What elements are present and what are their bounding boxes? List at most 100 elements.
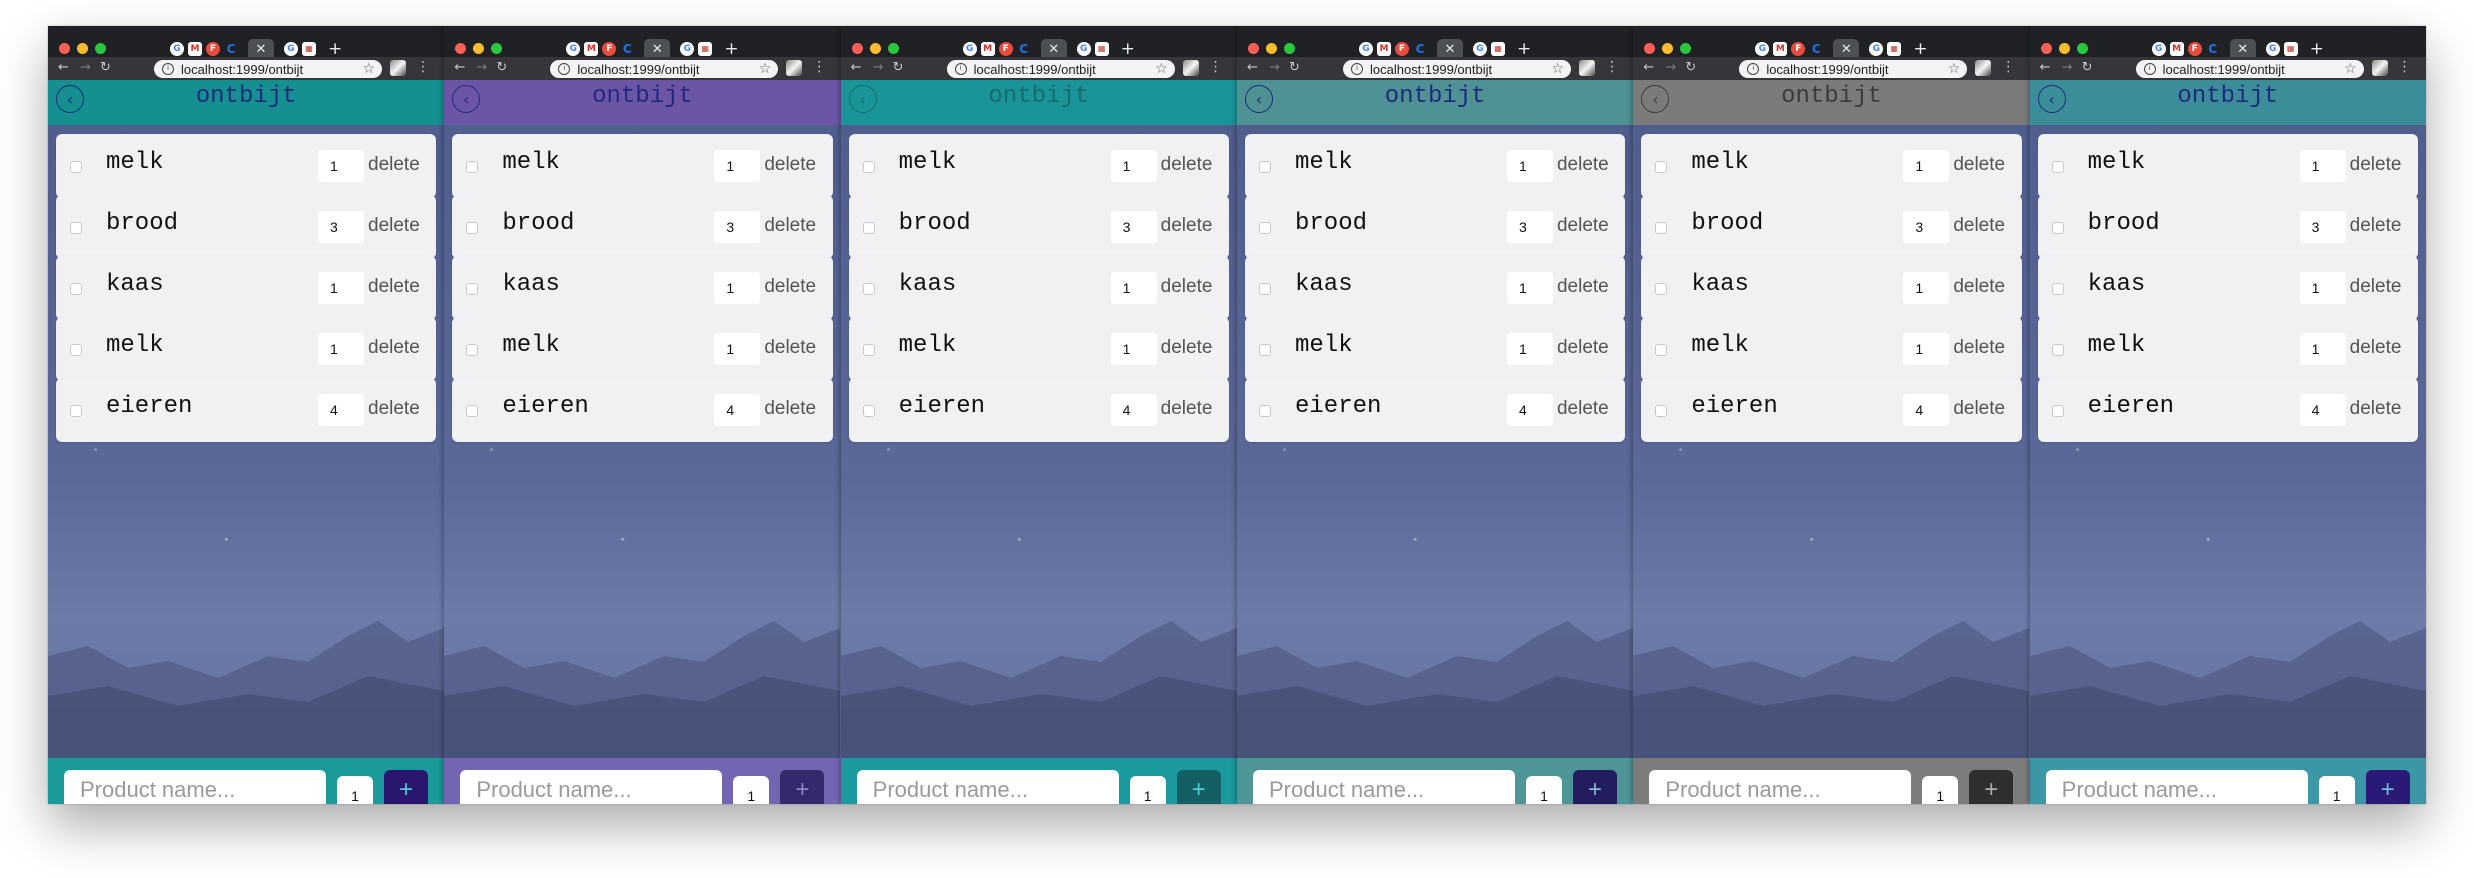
extension-icon[interactable] bbox=[1975, 60, 1992, 76]
flash-icon[interactable]: F bbox=[2187, 41, 2202, 56]
delete-button[interactable]: delete bbox=[1161, 215, 1213, 237]
item-quantity-input[interactable]: 4 bbox=[1110, 394, 1157, 426]
add-button[interactable]: + bbox=[2365, 770, 2410, 804]
item-checkbox[interactable] bbox=[466, 161, 479, 173]
item-checkbox[interactable] bbox=[466, 283, 479, 295]
menu-kebab-icon[interactable]: ⋮ bbox=[2001, 59, 2015, 75]
delete-button[interactable]: delete bbox=[1953, 398, 2005, 420]
new-quantity-input[interactable]: 1 bbox=[337, 776, 373, 804]
item-checkbox[interactable] bbox=[1258, 161, 1271, 173]
new-tab-plus-icon[interactable]: + bbox=[1121, 39, 1135, 59]
forward-arrow-icon[interactable]: → bbox=[1665, 60, 1676, 75]
menu-kebab-icon[interactable]: ⋮ bbox=[1605, 59, 1619, 75]
delete-button[interactable]: delete bbox=[764, 154, 816, 176]
delete-button[interactable]: delete bbox=[1161, 337, 1213, 359]
bookmark-star-icon[interactable]: ☆ bbox=[759, 61, 772, 77]
close-window-button[interactable] bbox=[851, 43, 863, 54]
new-quantity-input[interactable]: 1 bbox=[2318, 776, 2355, 804]
address-url[interactable]: localhost:1999/ontbijt bbox=[577, 62, 758, 77]
item-quantity-input[interactable]: 1 bbox=[1110, 272, 1157, 304]
item-checkbox[interactable] bbox=[1655, 283, 1668, 295]
back-arrow-icon[interactable]: ← bbox=[1247, 60, 1258, 75]
address-bar[interactable]: i localhost:1999/ontbijt ☆ bbox=[550, 60, 779, 78]
delete-button[interactable]: delete bbox=[2350, 154, 2402, 176]
new-tab-plus-icon[interactable]: + bbox=[1913, 39, 1927, 59]
delete-button[interactable]: delete bbox=[1161, 276, 1213, 298]
chrome-icon[interactable]: C bbox=[620, 42, 634, 56]
item-checkbox[interactable] bbox=[1655, 222, 1668, 234]
minimize-window-button[interactable] bbox=[473, 43, 485, 54]
chrome-icon[interactable]: C bbox=[224, 42, 238, 56]
back-arrow-icon[interactable]: ← bbox=[1643, 60, 1654, 75]
item-checkbox[interactable] bbox=[2051, 283, 2064, 295]
item-quantity-input[interactable]: 1 bbox=[1506, 333, 1553, 365]
product-name-input[interactable] bbox=[64, 770, 326, 804]
item-quantity-input[interactable]: 3 bbox=[2299, 211, 2346, 243]
back-arrow-icon[interactable]: ← bbox=[58, 60, 69, 75]
item-quantity-input[interactable]: 4 bbox=[1506, 394, 1553, 426]
delete-button[interactable]: delete bbox=[1953, 215, 2005, 237]
close-window-button[interactable] bbox=[2040, 43, 2052, 54]
extension-icon[interactable] bbox=[1578, 60, 1595, 76]
info-icon[interactable]: i bbox=[1350, 63, 1363, 75]
item-checkbox[interactable] bbox=[862, 283, 875, 295]
close-window-button[interactable] bbox=[1644, 43, 1656, 54]
google-icon[interactable]: G bbox=[2151, 41, 2166, 56]
chrome-icon[interactable]: C bbox=[1017, 42, 1031, 56]
add-button[interactable]: + bbox=[1969, 770, 2014, 804]
extension-icon[interactable] bbox=[786, 60, 803, 76]
item-quantity-input[interactable]: 3 bbox=[714, 211, 761, 243]
item-quantity-input[interactable]: 3 bbox=[1506, 211, 1553, 243]
minimize-window-button[interactable] bbox=[1662, 43, 1674, 54]
item-checkbox[interactable] bbox=[1258, 405, 1271, 417]
menu-kebab-icon[interactable]: ⋮ bbox=[416, 59, 430, 75]
google-icon[interactable]: G bbox=[566, 41, 581, 56]
bookmark-star-icon[interactable]: ☆ bbox=[1948, 61, 1961, 77]
calendar-icon[interactable]: ▦ bbox=[1094, 41, 1109, 56]
delete-button[interactable]: delete bbox=[368, 398, 420, 420]
item-quantity-input[interactable]: 1 bbox=[2299, 333, 2346, 365]
add-button[interactable]: + bbox=[1572, 770, 1617, 804]
delete-button[interactable]: delete bbox=[368, 154, 420, 176]
new-tab-plus-icon[interactable]: + bbox=[2310, 39, 2324, 59]
gmail-icon[interactable]: M bbox=[1376, 41, 1391, 56]
item-checkbox[interactable] bbox=[2051, 222, 2064, 234]
bookmark-star-icon[interactable]: ☆ bbox=[362, 61, 375, 77]
close-tab-icon[interactable]: ✕ bbox=[1833, 38, 1860, 59]
close-window-button[interactable] bbox=[455, 43, 467, 54]
delete-button[interactable]: delete bbox=[2350, 276, 2402, 298]
delete-button[interactable]: delete bbox=[1557, 337, 1609, 359]
address-url[interactable]: localhost:1999/ontbijt bbox=[181, 62, 362, 77]
item-quantity-input[interactable]: 1 bbox=[1903, 150, 1950, 182]
item-checkbox[interactable] bbox=[2051, 161, 2064, 173]
info-icon[interactable]: i bbox=[954, 63, 967, 75]
item-quantity-input[interactable]: 4 bbox=[2299, 394, 2346, 426]
delete-button[interactable]: delete bbox=[1953, 154, 2005, 176]
product-name-input[interactable] bbox=[1649, 770, 1912, 804]
product-name-input[interactable] bbox=[460, 770, 723, 804]
forward-arrow-icon[interactable]: → bbox=[873, 60, 884, 75]
gmail-icon[interactable]: M bbox=[2169, 41, 2184, 56]
extension-icon[interactable] bbox=[2371, 60, 2388, 76]
gmail-icon[interactable]: M bbox=[584, 41, 599, 56]
item-quantity-input[interactable]: 1 bbox=[318, 272, 364, 304]
new-tab-plus-icon[interactable]: + bbox=[1517, 39, 1531, 59]
flash-icon[interactable]: F bbox=[602, 41, 617, 56]
minimize-window-button[interactable] bbox=[77, 43, 88, 54]
item-quantity-input[interactable]: 1 bbox=[2299, 150, 2346, 182]
item-checkbox[interactable] bbox=[862, 161, 875, 173]
maximize-window-button[interactable] bbox=[2076, 43, 2088, 54]
menu-kebab-icon[interactable]: ⋮ bbox=[2398, 59, 2412, 75]
delete-button[interactable]: delete bbox=[1161, 398, 1213, 420]
delete-button[interactable]: delete bbox=[1953, 337, 2005, 359]
bookmark-star-icon[interactable]: ☆ bbox=[1551, 61, 1564, 77]
google-icon[interactable]: G bbox=[1472, 41, 1487, 56]
item-checkbox[interactable] bbox=[70, 161, 82, 173]
item-quantity-input[interactable]: 1 bbox=[1506, 150, 1553, 182]
calendar-icon[interactable]: ▦ bbox=[1887, 41, 1902, 56]
calendar-icon[interactable]: ▦ bbox=[302, 41, 316, 56]
add-button[interactable]: + bbox=[780, 770, 825, 804]
menu-kebab-icon[interactable]: ⋮ bbox=[812, 59, 826, 75]
forward-arrow-icon[interactable]: → bbox=[1269, 60, 1280, 75]
forward-arrow-icon[interactable]: → bbox=[2062, 60, 2073, 75]
